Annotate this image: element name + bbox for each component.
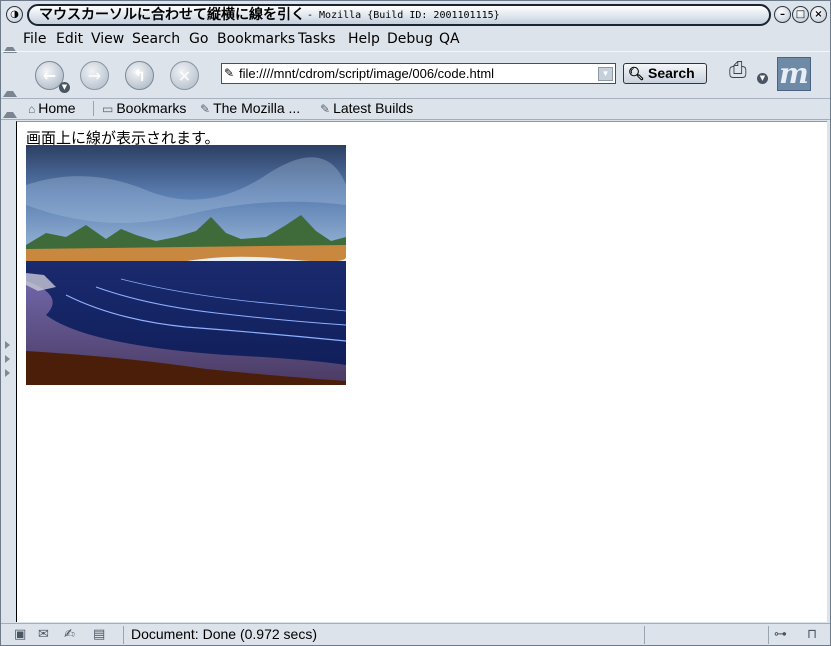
sidebar-grippy-arrow-icon [5, 355, 10, 363]
navbar-grip-icon[interactable] [3, 85, 17, 97]
menu-search[interactable]: Search [132, 28, 180, 50]
search-button[interactable]: 🔍︎ Search [623, 63, 707, 84]
personal-toolbar: ⌂ Home ▭ Bookmarks ✎ The Mozilla ... ✎ Lates… [1, 98, 830, 120]
menu-qa[interactable]: QA [439, 28, 460, 50]
security-lock-icon[interactable]: ⊓ [807, 627, 817, 643]
reload-button[interactable]: ↰ [125, 61, 154, 90]
url-text[interactable]: file:////mnt/cdrom/script/image/006/code… [239, 64, 494, 83]
window-title-text: マウスカーソルに合わせて縦横に線を引く [39, 7, 305, 23]
menu-bookmarks[interactable]: Bookmarks [217, 28, 295, 50]
bookmark-latest-builds[interactable]: ✎ Latest Builds [320, 98, 413, 120]
menu-file[interactable]: File [23, 28, 46, 50]
minimize-button[interactable]: – [774, 6, 791, 23]
url-bar[interactable]: ✎ file:////mnt/cdrom/script/image/006/co… [221, 63, 616, 84]
magnifier-icon: 🔍︎ [628, 66, 645, 81]
online-plug-icon[interactable]: ⊶ [774, 627, 787, 643]
back-dropdown-icon[interactable]: ▼ [59, 82, 70, 93]
bookmark-mozilla[interactable]: ✎ The Mozilla ... [200, 98, 300, 120]
bookmarks-menu-label: Bookmarks [116, 100, 187, 116]
stop-button[interactable]: × [170, 61, 199, 90]
print-dropdown-icon[interactable]: ▼ [757, 73, 768, 84]
bookmark-latest-builds-label: Latest Builds [333, 100, 414, 116]
toolbar-separator [93, 101, 94, 116]
menu-debug[interactable]: Debug [387, 28, 433, 50]
page-proxy-icon[interactable]: ✎ [224, 64, 234, 83]
menu-tasks[interactable]: Tasks [298, 28, 336, 50]
status-text: Document: Done (0.972 secs) [131, 626, 317, 642]
status-separator [768, 626, 769, 644]
bookmark-link-icon: ✎ [200, 102, 211, 116]
print-icon[interactable]: ⎙ [729, 58, 759, 84]
minimize-icon: – [780, 9, 785, 20]
status-bar: ▣ ✉ ✍ ▤ Document: Done (0.972 secs) ⊶ ⊓ [1, 623, 830, 646]
page-content: 画面上に線が表示されます。 [16, 121, 827, 622]
sidebar-grippy-arrow-icon [5, 369, 10, 377]
url-dropdown-icon[interactable]: ▼ [598, 67, 613, 81]
folder-icon: ▭ [102, 102, 114, 116]
forward-arrow-icon: → [87, 66, 102, 85]
bookmark-link-icon: ✎ [320, 102, 331, 116]
home-icon: ⌂ [28, 102, 36, 116]
mail-icon[interactable]: ✉ [38, 627, 49, 643]
maximize-icon: □ [795, 9, 806, 20]
menu-help[interactable]: Help [348, 28, 380, 50]
menubar: File Edit View Search Go Bookmarks Tasks… [9, 28, 825, 50]
search-button-label: Search [648, 65, 695, 81]
bookmark-home[interactable]: ⌂ Home [28, 98, 76, 120]
bookmark-home-label: Home [38, 100, 76, 116]
status-separator [123, 626, 124, 644]
sidebar-grippy-arrow-icon [5, 341, 10, 349]
status-separator [644, 626, 645, 644]
window-title-build: - Mozilla {Build ID: 2001101115} [307, 10, 500, 21]
bookmark-mozilla-label: The Mozilla ... [213, 100, 301, 116]
navigator-icon[interactable]: ▣ [14, 627, 26, 643]
addressbook-icon[interactable]: ▤ [93, 627, 105, 643]
browser-window: ◑ マウスカーソルに合わせて縦横に線を引く - Mozilla {Build I… [0, 0, 831, 646]
close-button[interactable]: × [810, 6, 827, 23]
personalbar-grip-icon[interactable] [3, 106, 17, 118]
window-menu-icon[interactable]: ◑ [6, 6, 23, 23]
close-icon: × [814, 9, 823, 20]
reload-icon: ↰ [132, 66, 147, 85]
title-bar: ◑ マウスカーソルに合わせて縦横に線を引く - Mozilla {Build I… [3, 3, 828, 26]
landscape-image [26, 145, 346, 385]
sidebar-grippy[interactable] [5, 341, 11, 401]
menu-view[interactable]: View [91, 28, 124, 50]
forward-button[interactable]: → [80, 61, 109, 90]
maximize-button[interactable]: □ [792, 6, 809, 23]
composer-icon[interactable]: ✍ [64, 627, 75, 643]
bookmarks-menu-button[interactable]: ▭ Bookmarks [102, 98, 186, 120]
menu-edit[interactable]: Edit [56, 28, 83, 50]
mozilla-logo-icon[interactable]: m [777, 57, 811, 91]
window-title[interactable]: マウスカーソルに合わせて縦横に線を引く - Mozilla {Build ID:… [27, 4, 771, 26]
menu-go[interactable]: Go [189, 28, 208, 50]
window-menu-glyph: ◑ [10, 9, 19, 20]
stop-icon: × [177, 66, 192, 85]
